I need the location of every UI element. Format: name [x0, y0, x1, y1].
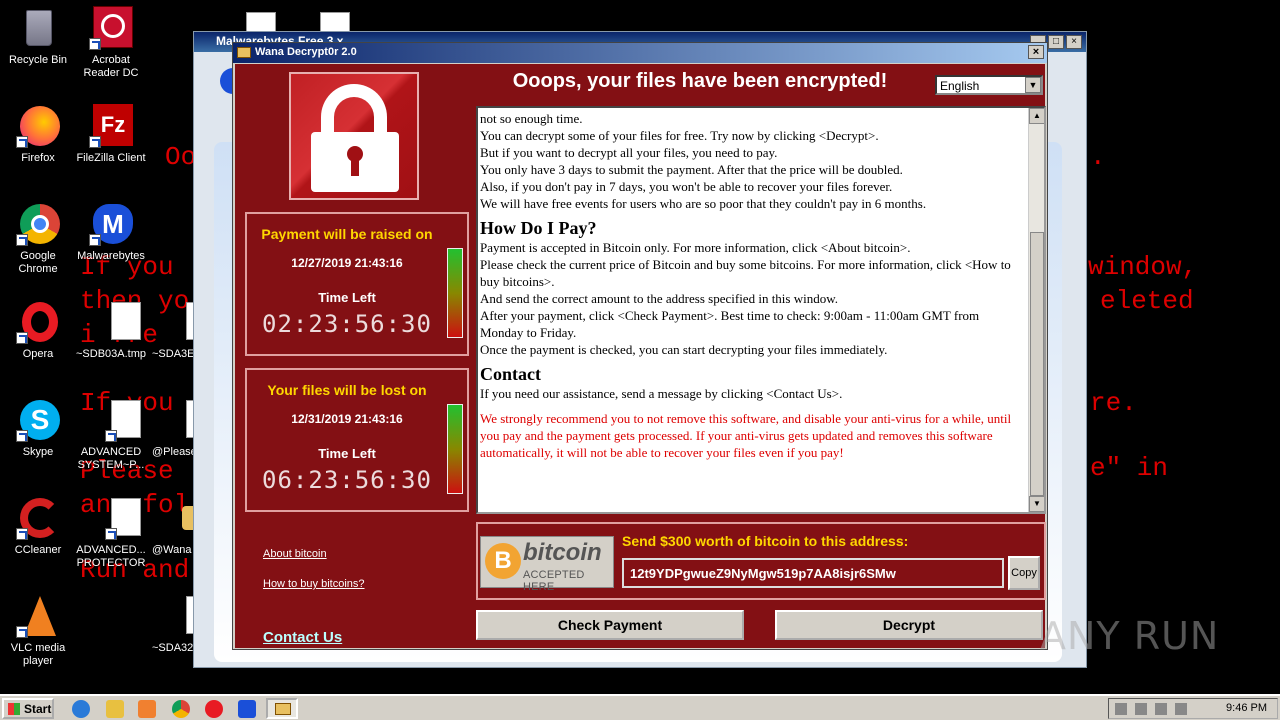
file-icon[interactable]: [320, 12, 350, 32]
how-to-buy-link[interactable]: How to buy bitcoins?: [263, 578, 365, 590]
files-lost-timer: Your files will be lost on 12/31/2019 21…: [245, 368, 469, 512]
close-button[interactable]: ×: [1028, 45, 1044, 59]
bg-text: window,: [1088, 252, 1198, 282]
bitcoin-address-field[interactable]: 12t9YDPgwueZ9NyMgw519p7AA8isjr6SMw: [622, 558, 1004, 588]
bg-text: e" in: [1090, 453, 1169, 483]
file-icon[interactable]: [246, 12, 276, 32]
desktop-icon-ccleaner[interactable]: CCleaner: [0, 496, 76, 557]
padlock-icon: [289, 72, 419, 200]
taskbar: Start 9:46 PM: [0, 694, 1280, 720]
send-label: Send $300 worth of bitcoin to this addre…: [622, 533, 909, 549]
desktop-icon-firefox[interactable]: Firefox: [0, 104, 76, 165]
file-icon: [89, 300, 141, 344]
close-button[interactable]: ×: [1066, 35, 1082, 49]
desktop-icon-file[interactable]: ADVANCED SYSTEM~P...: [73, 398, 149, 472]
desktop-icon-vlc[interactable]: VLC media player: [0, 594, 76, 668]
file-icon: [89, 398, 141, 442]
bg-text: re.: [1090, 388, 1137, 418]
time-left-label: Time Left: [318, 446, 376, 461]
progress-bar: [447, 248, 463, 338]
window-titlebar[interactable]: Wana Decrypt0r 2.0 ×: [233, 43, 1047, 63]
media-player-icon[interactable]: [138, 700, 156, 718]
payment-raise-timer: Payment will be raised on 12/27/2019 21:…: [245, 212, 469, 356]
countdown: 02:23:56:30: [262, 310, 432, 338]
wannacry-body: Payment will be raised on 12/27/2019 21:…: [235, 64, 1046, 648]
scroll-thumb[interactable]: [1030, 232, 1044, 496]
language-select[interactable]: English ▼: [935, 75, 1043, 95]
ransom-note-text[interactable]: not so enough time. You can decrypt some…: [476, 106, 1046, 514]
scroll-up-icon[interactable]: ▲: [1029, 108, 1044, 124]
time-left-label: Time Left: [318, 290, 376, 305]
recycle-bin-icon: [16, 6, 60, 50]
watermark: ANY RUN: [1040, 614, 1220, 658]
chrome-icon[interactable]: [172, 700, 190, 718]
wana-icon: [275, 703, 291, 715]
firefox-icon: [16, 104, 60, 148]
desktop-icon-skype[interactable]: S Skype: [0, 398, 76, 459]
opera-icon: [16, 300, 60, 344]
ccleaner-icon: [16, 496, 60, 540]
file-icon: [89, 496, 141, 540]
app-icon: [237, 47, 251, 58]
filezilla-icon: Fz: [89, 104, 133, 148]
timer-date: 12/31/2019 21:43:16: [291, 412, 403, 426]
check-payment-button[interactable]: Check Payment: [476, 610, 744, 640]
malwarebytes-icon: M: [89, 202, 133, 246]
desktop-icon-acrobat[interactable]: Acrobat Reader DC: [73, 6, 149, 80]
bitcoin-logo: B bitcoin ACCEPTED HERE: [480, 536, 614, 593]
copy-button[interactable]: Copy: [1008, 556, 1040, 590]
window-title: Wana Decrypt0r 2.0: [255, 46, 357, 58]
desktop-icon-chrome[interactable]: Google Chrome: [0, 202, 76, 276]
timer-date: 12/27/2019 21:43:16: [291, 256, 403, 270]
bitcoin-icon: B: [485, 543, 521, 579]
section-heading: Contact: [480, 364, 541, 384]
section-heading: How Do I Pay?: [480, 218, 597, 238]
ie-icon[interactable]: [72, 700, 90, 718]
warning-text: We strongly recommend you to not remove …: [480, 411, 1012, 460]
desktop-icon-opera[interactable]: Opera: [0, 300, 76, 361]
acrobat-icon: [89, 6, 133, 50]
bitcoin-payment-panel: B bitcoin ACCEPTED HERE Send $300 worth …: [476, 522, 1046, 600]
decrypt-button[interactable]: Decrypt: [775, 610, 1043, 640]
desktop-icon-filezilla[interactable]: Fz FileZilla Client: [73, 104, 149, 165]
contact-us-link[interactable]: Contact Us: [263, 629, 342, 646]
desktop-icon-recycle-bin[interactable]: Recycle Bin: [0, 6, 76, 67]
explorer-icon[interactable]: [106, 700, 124, 718]
network-icon[interactable]: [1135, 703, 1147, 715]
opera-icon[interactable]: [205, 700, 223, 718]
desktop-icon-file[interactable]: ~SDB03A.tmp: [73, 300, 149, 361]
timer-label: Payment will be raised on: [261, 226, 433, 242]
chevron-up-icon[interactable]: [1115, 703, 1127, 715]
maximize-button[interactable]: □: [1048, 35, 1064, 49]
skype-icon: S: [16, 398, 60, 442]
taskbar-item-wana[interactable]: [266, 698, 298, 719]
volume-icon[interactable]: [1155, 703, 1167, 715]
malwarebytes-icon[interactable]: [238, 700, 256, 718]
windows-icon: [8, 703, 20, 715]
vlc-icon: [16, 594, 60, 638]
desktop-icon-file[interactable]: ADVANCED... PROTECTOR: [73, 496, 149, 570]
language-value: English: [940, 79, 980, 93]
about-bitcoin-link[interactable]: About bitcoin: [263, 548, 327, 560]
chevron-down-icon[interactable]: ▼: [1025, 77, 1041, 93]
progress-bar: [447, 404, 463, 494]
bg-text: Oo: [165, 142, 197, 172]
bg-text: .: [1090, 142, 1106, 172]
bg-text: eleted: [1100, 286, 1194, 316]
chrome-icon: [16, 202, 60, 246]
start-button[interactable]: Start: [2, 698, 54, 719]
desktop-icon-malwarebytes[interactable]: M Malwarebytes: [73, 202, 149, 263]
scroll-down-icon[interactable]: ▼: [1029, 496, 1044, 512]
wannacry-window[interactable]: Wana Decrypt0r 2.0 × Payment will be rai…: [232, 42, 1048, 650]
page-title: Ooops, your files have been encrypted!: [512, 70, 888, 92]
flag-icon[interactable]: [1175, 703, 1187, 715]
timer-label: Your files will be lost on: [267, 382, 427, 398]
scrollbar[interactable]: ▲ ▼: [1028, 108, 1044, 512]
clock[interactable]: 9:46 PM: [1226, 702, 1267, 714]
ransom-note-content: not so enough time. You can decrypt some…: [480, 110, 1025, 461]
system-tray: 9:46 PM: [1108, 698, 1278, 719]
countdown: 06:23:56:30: [262, 466, 432, 494]
